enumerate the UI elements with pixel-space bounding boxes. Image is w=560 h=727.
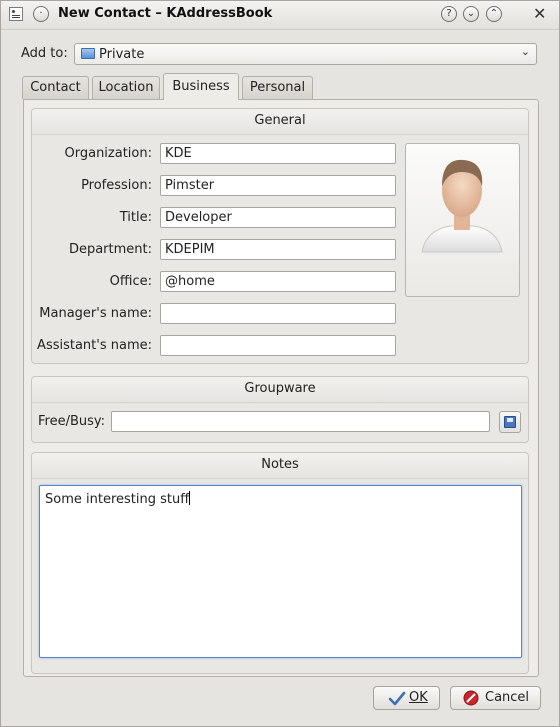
checkmark-icon [388, 691, 406, 706]
addressbook-app-icon[interactable] [9, 7, 23, 21]
department-label: Department: [68, 242, 152, 257]
department-input[interactable]: KDEPIM [160, 239, 396, 260]
tab-business-label: Business [172, 79, 230, 94]
groupware-group: Groupware [31, 376, 529, 443]
notes-group-title: Notes [32, 453, 528, 479]
dialog-window: · New Contact – KAddressBook ? ⌄ ⌃ ✕ Add… [0, 0, 560, 727]
manager-name-input[interactable] [160, 303, 396, 324]
folder-icon [81, 48, 95, 59]
notes-textarea[interactable]: Some interesting stuff [39, 485, 522, 658]
profession-input[interactable]: Pimster [160, 175, 396, 196]
profession-label: Profession: [81, 178, 152, 193]
assistant-name-label: Assistant's name: [37, 338, 152, 353]
assistant-name-input[interactable] [160, 335, 396, 356]
ok-button[interactable]: OK [373, 686, 440, 710]
chevron-down-icon: ⌄ [520, 45, 530, 58]
help-button[interactable]: ? [441, 6, 457, 22]
organization-input[interactable]: KDE [160, 143, 396, 164]
save-freebusy-button[interactable] [499, 411, 521, 433]
contact-photo[interactable] [405, 143, 520, 297]
minimize-button[interactable]: ⌄ [463, 6, 479, 22]
tab-location-label: Location [98, 80, 154, 95]
title-input[interactable]: Developer [160, 207, 396, 228]
add-to-label: Add to: [21, 46, 68, 61]
person-avatar-icon [421, 159, 503, 253]
groupware-group-title: Groupware [32, 377, 528, 403]
office-input[interactable]: @home [160, 271, 396, 292]
close-button[interactable]: ✕ [533, 5, 546, 23]
cancel-button-label: Cancel [485, 690, 530, 705]
add-to-combobox[interactable]: Private ⌄ [74, 43, 537, 65]
tab-contact-label: Contact [30, 80, 81, 95]
window-menu-button[interactable]: · [33, 6, 49, 22]
title-label: Title: [119, 210, 152, 225]
free-busy-input[interactable] [111, 411, 490, 432]
cancel-icon [463, 690, 479, 706]
cancel-button[interactable]: Cancel [450, 686, 541, 710]
add-to-value: Private [99, 47, 145, 62]
floppy-disk-icon [504, 416, 516, 428]
organization-label: Organization: [64, 146, 153, 161]
notes-text: Some interesting stuff [45, 492, 190, 507]
maximize-button[interactable]: ⌃ [486, 6, 502, 22]
tab-personal[interactable]: Personal [242, 76, 313, 99]
tab-business[interactable]: Business [163, 73, 239, 100]
text-caret [189, 491, 191, 505]
tab-contact[interactable]: Contact [22, 76, 89, 99]
general-group-title: General [32, 109, 528, 135]
free-busy-label: Free/Busy: [38, 414, 106, 429]
tab-location[interactable]: Location [92, 76, 160, 99]
manager-name-label: Manager's name: [39, 306, 152, 321]
tab-personal-label: Personal [249, 80, 306, 95]
window-title: New Contact – KAddressBook [58, 6, 273, 21]
title-bar: · New Contact – KAddressBook ? ⌄ ⌃ ✕ [1, 1, 559, 30]
office-label: Office: [109, 274, 152, 289]
ok-button-label: OK [409, 690, 428, 705]
